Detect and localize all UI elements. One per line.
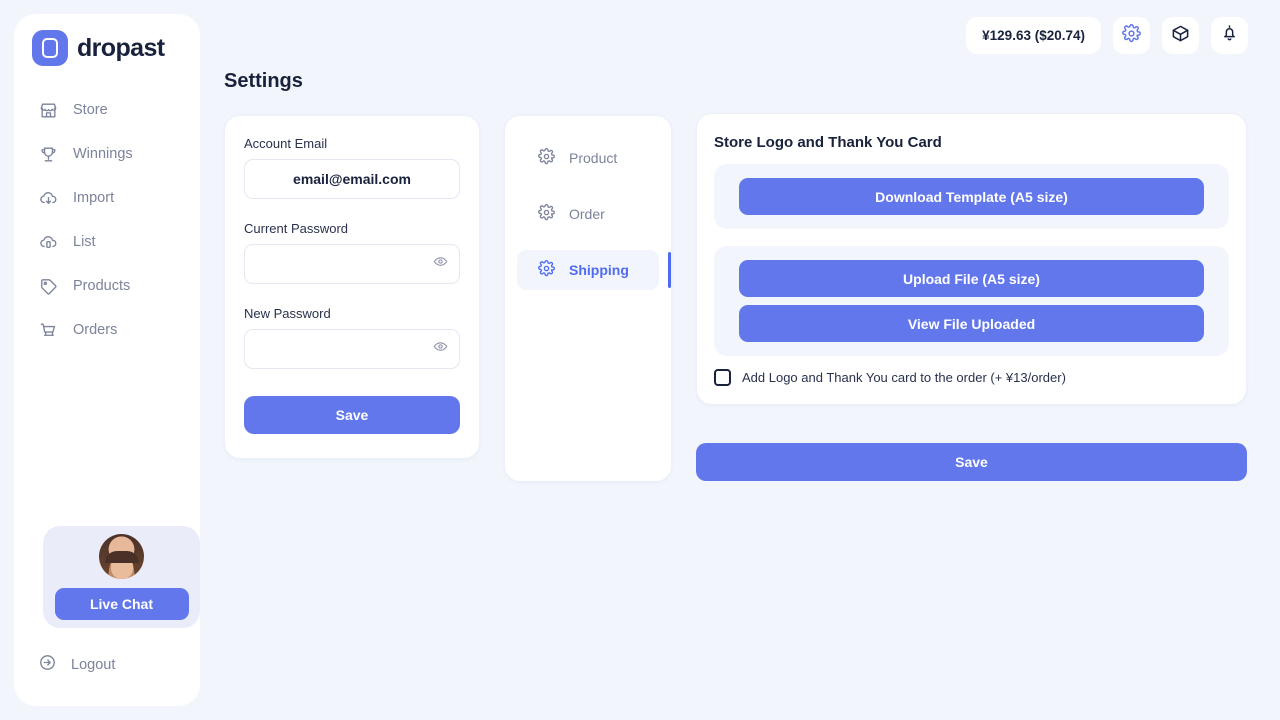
- cart-icon: [38, 320, 59, 341]
- store-logo-title: Store Logo and Thank You Card: [714, 134, 942, 151]
- header-toolbar: ¥129.63 ($20.74): [966, 17, 1248, 54]
- logout-button[interactable]: Logout: [38, 653, 115, 676]
- sidebar-item-label: Orders: [73, 322, 118, 338]
- sidebar: dropast Store Winnings Import List Produ…: [14, 14, 200, 706]
- sidebar-item-store[interactable]: Store: [14, 88, 200, 132]
- settings-tab-product[interactable]: Product: [517, 138, 659, 178]
- settings-tab-label: Product: [569, 150, 618, 166]
- logout-label: Logout: [71, 656, 116, 673]
- store-icon: [38, 100, 59, 121]
- sidebar-item-label: Winnings: [73, 146, 133, 162]
- active-indicator: [667, 252, 671, 288]
- gear-icon: [538, 148, 555, 168]
- page-title: Settings: [224, 70, 303, 92]
- trophy-icon: [38, 144, 59, 165]
- sidebar-item-list[interactable]: List: [14, 220, 200, 264]
- download-template-button[interactable]: Download Template (A5 size): [739, 178, 1204, 215]
- settings-tab-shipping[interactable]: Shipping: [517, 250, 671, 290]
- sidebar-item-winnings[interactable]: Winnings: [14, 132, 200, 176]
- bell-icon-button[interactable]: [1211, 17, 1248, 54]
- brand[interactable]: dropast: [14, 14, 200, 66]
- sidebar-item-products[interactable]: Products: [14, 264, 200, 308]
- logout-icon: [38, 653, 57, 676]
- sidebar-item-label: Import: [73, 190, 115, 206]
- upload-file-button[interactable]: Upload File (A5 size): [739, 260, 1204, 297]
- sidebar-item-label: List: [73, 234, 96, 250]
- account-settings-card: Account Email email@email.com Current Pa…: [224, 115, 480, 459]
- eye-icon[interactable]: [433, 254, 448, 274]
- tag-icon: [38, 276, 59, 297]
- new-password-field[interactable]: [244, 329, 460, 369]
- gear-icon: [538, 260, 555, 280]
- download-panel: Download Template (A5 size): [714, 164, 1229, 229]
- box-icon: [1171, 24, 1190, 48]
- current-password-field[interactable]: [244, 244, 460, 284]
- account-email-field[interactable]: email@email.com: [244, 159, 460, 199]
- store-logo-card: Store Logo and Thank You Card Download T…: [696, 113, 1247, 405]
- cloud-download-icon: [38, 188, 59, 209]
- eye-icon[interactable]: [433, 339, 448, 359]
- live-chat-card: Live Chat: [43, 526, 200, 628]
- sidebar-item-import[interactable]: Import: [14, 176, 200, 220]
- agent-avatar: [99, 534, 144, 579]
- view-file-button[interactable]: View File Uploaded: [739, 305, 1204, 342]
- add-logo-checkbox-row: Add Logo and Thank You card to the order…: [714, 369, 1229, 386]
- current-password-label: Current Password: [244, 221, 349, 236]
- new-password-label: New Password: [244, 306, 331, 321]
- settings-tab-label: Order: [569, 206, 605, 222]
- settings-tab-order[interactable]: Order: [517, 194, 659, 234]
- settings-tab-label: Shipping: [569, 262, 629, 278]
- gear-icon: [538, 204, 555, 224]
- cloud-upload-icon: [38, 232, 59, 253]
- upload-panel: Upload File (A5 size) View File Uploaded: [714, 246, 1229, 356]
- settings-nav-card: Product Order Shipping: [504, 115, 672, 482]
- brand-name: dropast: [77, 33, 165, 62]
- account-email-label: Account Email: [244, 136, 328, 151]
- live-chat-button[interactable]: Live Chat: [54, 588, 189, 620]
- shipping-save-button[interactable]: Save: [696, 443, 1247, 481]
- account-email-value: email@email.com: [293, 171, 411, 187]
- dropast-logo-icon: [32, 30, 68, 66]
- balance-badge: ¥129.63 ($20.74): [966, 17, 1101, 54]
- sidebar-item-label: Store: [73, 102, 108, 118]
- box-icon-button[interactable]: [1162, 17, 1199, 54]
- add-logo-checkbox[interactable]: [714, 369, 731, 386]
- sidebar-nav: Store Winnings Import List Products Orde…: [14, 88, 200, 352]
- gear-icon-button[interactable]: [1113, 17, 1150, 54]
- gear-icon: [1122, 23, 1141, 48]
- sidebar-item-orders[interactable]: Orders: [14, 308, 200, 352]
- bell-icon: [1220, 24, 1239, 48]
- add-logo-checkbox-label: Add Logo and Thank You card to the order…: [742, 370, 1066, 385]
- sidebar-item-label: Products: [73, 278, 131, 294]
- app-root: dropast Store Winnings Import List Produ…: [0, 0, 1280, 720]
- account-save-button[interactable]: Save: [244, 396, 460, 434]
